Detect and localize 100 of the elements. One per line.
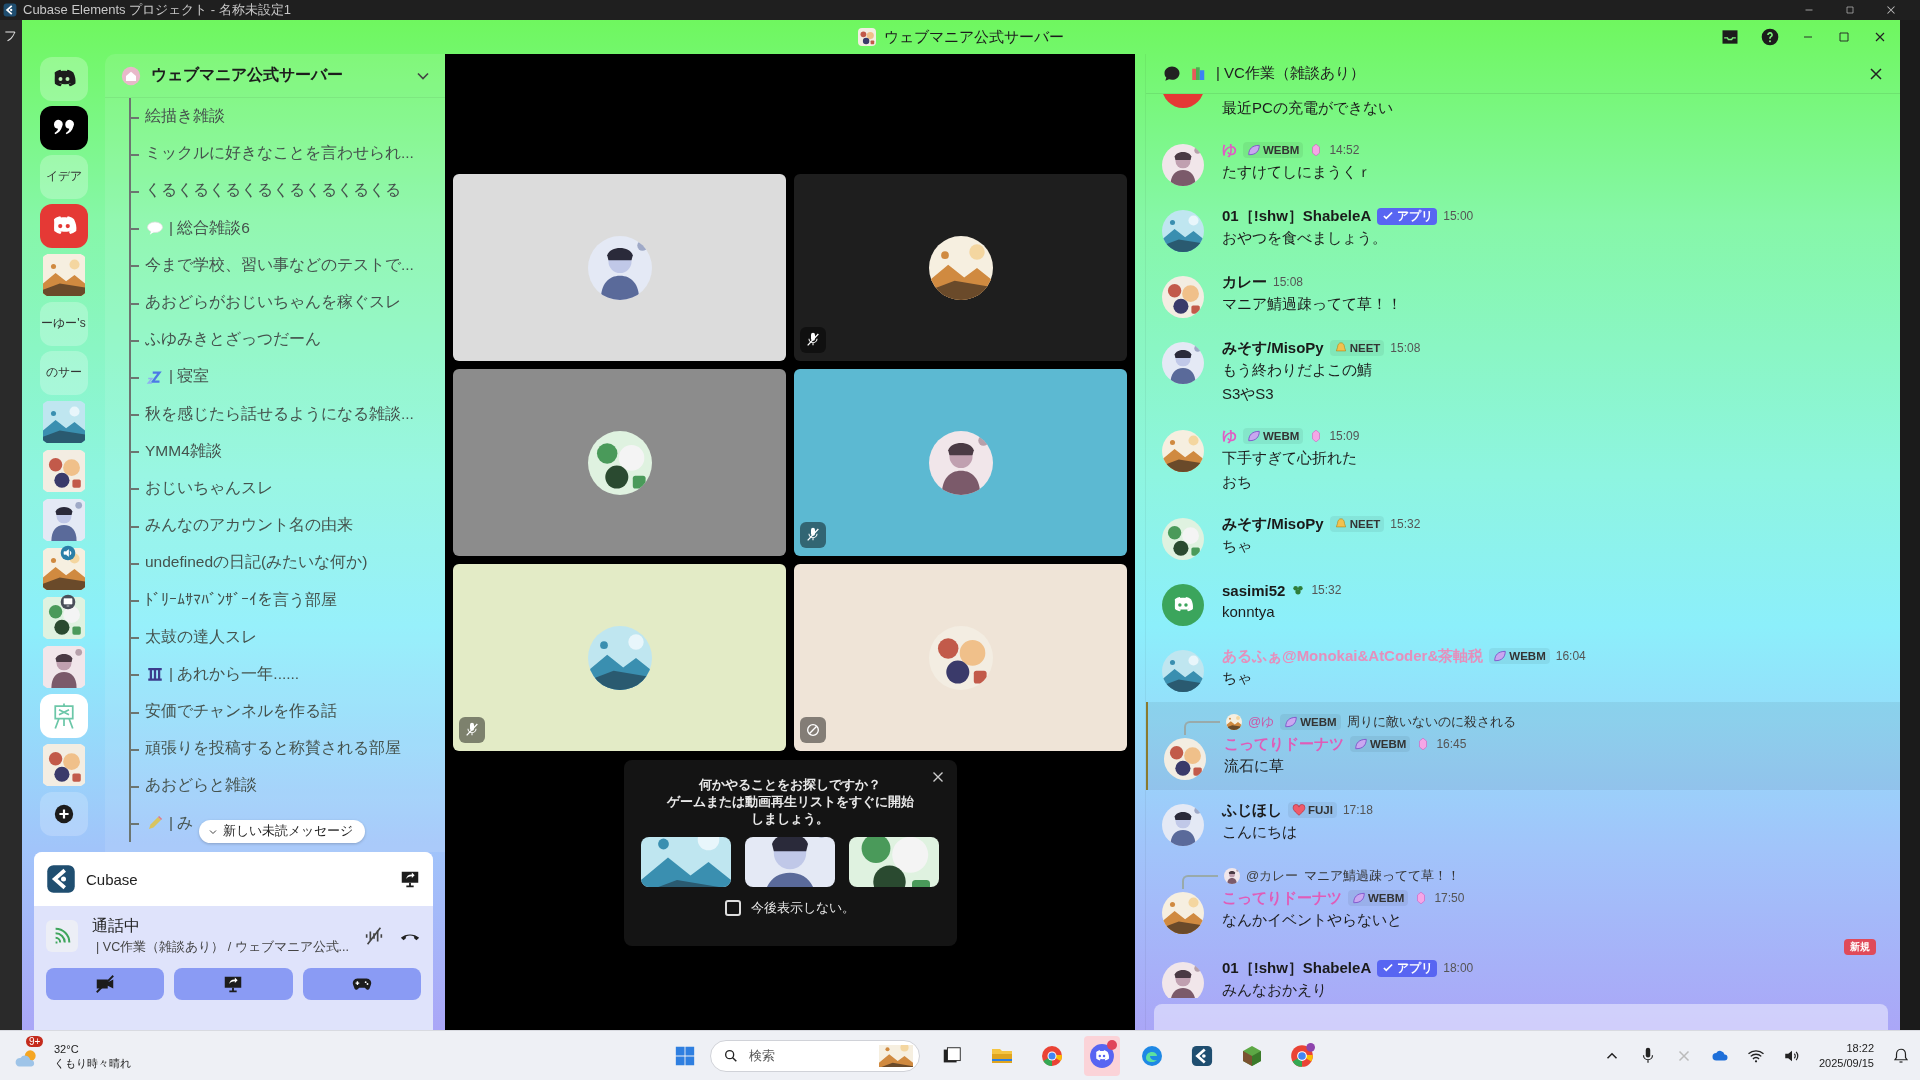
call-status: 通話中: [92, 916, 141, 936]
add-server-button[interactable]: [39, 791, 88, 836]
channel-item[interactable]: | み: [131, 804, 194, 842]
video-tile[interactable]: [453, 369, 786, 556]
search-field[interactable]: 検索: [747, 1047, 871, 1064]
channel-path[interactable]: | VC作業（雑談あり） / ウェブマニア公式...: [96, 939, 349, 956]
message-text: 流石に草: [1224, 756, 1285, 776]
channel-item[interactable]: undefinedの日記(みたいな何か): [131, 544, 368, 582]
reply-line: [1184, 721, 1220, 735]
channel-item[interactable]: くるくるくるくるくるくるくるくる: [131, 172, 401, 210]
camera-off-icon: [94, 973, 117, 995]
browser-icon[interactable]: [1040, 1043, 1064, 1068]
message-input[interactable]: [1154, 1004, 1888, 1030]
channel-item[interactable]: | 寝室: [131, 358, 210, 396]
video-tile[interactable]: [794, 564, 1127, 751]
avatar-icon: [1162, 584, 1204, 626]
camera-button[interactable]: [46, 968, 165, 1000]
clock-date[interactable]: 2025/09/15: [1818, 1055, 1874, 1071]
message-text: たすけてしにまうくｒ: [1222, 162, 1372, 182]
leaf-icon: [1493, 649, 1508, 663]
channel-item[interactable]: 絵描き雑談: [131, 98, 225, 136]
reply-text: マニア鯖過疎ってて草！！: [1304, 867, 1461, 885]
pillars-icon: [145, 665, 165, 684]
cubase-app-icon[interactable]: [1191, 1044, 1213, 1067]
role-tag: WEBM: [1280, 714, 1341, 730]
channel-item[interactable]: 頑張りを投稿すると称賛される部屋: [131, 730, 401, 768]
server-button[interactable]: のサー: [39, 350, 88, 395]
username[interactable]: 01［!shw］ShabeleA: [1222, 958, 1372, 978]
maximize-icon[interactable]: [1836, 29, 1852, 45]
channel-item[interactable]: YMM4雑談: [131, 432, 222, 470]
channel-item[interactable]: ふゆみきとざっつだーん: [131, 321, 321, 359]
message-text: マニア鯖過疎ってて草！！: [1222, 294, 1402, 314]
username[interactable]: カレー: [1222, 272, 1267, 292]
channel-item[interactable]: 太鼓の達人スレ: [131, 618, 257, 656]
channel-item[interactable]: あおどらがおじいちゃんを稼ぐスレ: [131, 283, 401, 322]
new-messages-toast[interactable]: 新しい未読メッセージ: [199, 820, 365, 843]
channel-item[interactable]: あおどらと雑談: [131, 767, 257, 805]
channel-item[interactable]: 今まで学校、習い事などのテストで...: [131, 246, 414, 284]
username[interactable]: みそす/MisoPy: [1222, 338, 1324, 358]
cube-icon[interactable]: [1240, 1043, 1264, 1068]
timestamp: 15:32: [1390, 517, 1421, 531]
channel-name: | VC作業（雑談あり）: [1216, 64, 1366, 83]
channel-item[interactable]: | あれから一年......: [131, 655, 300, 693]
username[interactable]: sasimi52: [1222, 581, 1286, 599]
home-button[interactable]: [39, 56, 88, 101]
channel-item[interactable]: ミックルに好きなことを言わせられ...: [131, 135, 414, 173]
start-icon[interactable]: [674, 1044, 696, 1067]
window-title: ウェブマニア公式サーバー: [884, 27, 1064, 47]
message-text: konntya: [1222, 602, 1276, 622]
message-text: もう終わりだよこの鯖: [1222, 360, 1373, 380]
help-icon[interactable]: [1760, 27, 1780, 47]
username[interactable]: ふじほし: [1222, 800, 1282, 820]
video-tile[interactable]: [794, 174, 1127, 361]
clock-time[interactable]: 18:22: [1846, 1040, 1874, 1056]
channel-item[interactable]: 安価でチャンネルを作る話: [131, 693, 337, 731]
video-tile[interactable]: [453, 564, 786, 751]
server-button[interactable]: [39, 105, 88, 150]
role-tag: WEBM: [1348, 890, 1409, 906]
message-text: こんにちは: [1222, 822, 1298, 842]
leaf-icon: [1247, 143, 1261, 157]
message-text: おやつを食べましょう。: [1222, 228, 1388, 248]
notification-dot: [1107, 1039, 1117, 1050]
search-icon: [723, 1047, 739, 1064]
notification-icon[interactable]: [1892, 1046, 1910, 1065]
checkbox[interactable]: [725, 900, 741, 916]
timestamp: 15:09: [1329, 429, 1360, 443]
discord-logo-icon[interactable]: [1089, 1042, 1115, 1069]
search-bar[interactable]: 検索: [710, 1039, 920, 1072]
plus-icon: [52, 802, 75, 825]
username[interactable]: みそす/MisoPy: [1222, 514, 1324, 534]
maximize-icon[interactable]: [1844, 4, 1856, 16]
activity-button[interactable]: [302, 968, 421, 1000]
slashed-circle-icon: [805, 722, 821, 738]
channel-item[interactable]: おじいちゃんスレ: [131, 469, 273, 508]
bell-icon: [1333, 341, 1348, 355]
channel-item[interactable]: ﾄﾞﾘｰﾑｻﾏﾊﾞﾝｻﾞｰｲを言う部屋: [131, 581, 337, 619]
role-tag: WEBM: [1489, 648, 1550, 664]
role-tag: NEET: [1329, 516, 1385, 532]
connection-button[interactable]: [46, 920, 78, 952]
screen-share-button[interactable]: [174, 968, 293, 1000]
server-button[interactable]: イデア: [39, 154, 88, 199]
noise-suppression-icon[interactable]: [363, 925, 385, 947]
channel-item[interactable]: みんなのアカウント名の由来: [131, 507, 353, 545]
video-tile[interactable]: [794, 369, 1127, 556]
inbox-icon[interactable]: [1720, 27, 1740, 47]
channel-item[interactable]: 秋を感じたら話せるようになる雑談...: [131, 395, 414, 433]
message-text: おち: [1222, 472, 1253, 492]
role-tag: アプリ: [1377, 207, 1438, 225]
menu-item[interactable]: フ: [4, 28, 17, 43]
browser-icon[interactable]: [1140, 1043, 1164, 1068]
timestamp: 16:45: [1436, 737, 1467, 751]
channel-item[interactable]: | 総合雑談6: [131, 209, 250, 247]
role-tag: WEBM: [1243, 428, 1304, 444]
timestamp: 18:00: [1443, 961, 1474, 975]
video-tile[interactable]: [453, 174, 786, 361]
server-button[interactable]: ーゆー's: [39, 301, 88, 346]
browser-icon[interactable]: [1289, 1042, 1315, 1069]
message-text: 最近PCの充電ができない: [1222, 98, 1393, 118]
username[interactable]: 01［!shw］ShabeleA: [1222, 206, 1372, 226]
reply-author[interactable]: @カレー: [1246, 867, 1299, 885]
